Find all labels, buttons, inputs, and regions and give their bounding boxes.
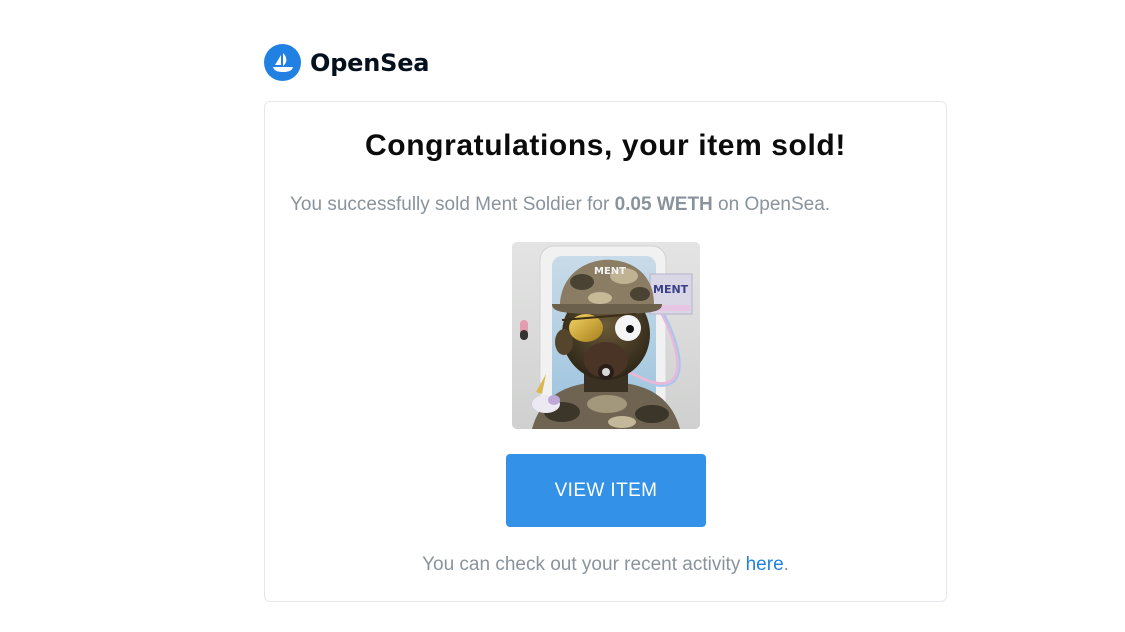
svg-text:MENT: MENT <box>653 283 689 296</box>
brand-header: OpenSea <box>264 44 430 81</box>
sale-message-prefix: You successfully sold Ment Soldier for <box>290 194 615 215</box>
opensea-logo-icon <box>264 44 301 81</box>
sale-message-suffix: on OpenSea. <box>712 194 831 215</box>
sale-card: Congratulations, your item sold! You suc… <box>264 101 947 602</box>
sale-price: 0.05 WETH <box>614 194 713 215</box>
item-image: MENT MENT <box>512 242 700 429</box>
sale-message: You successfully sold Ment Soldier for 0… <box>290 194 830 216</box>
activity-note-prefix: You can check out your recent activity <box>422 554 746 575</box>
page-title: Congratulations, your item sold! <box>365 129 846 162</box>
activity-link[interactable]: here <box>746 554 784 575</box>
view-item-button[interactable]: VIEW ITEM <box>506 454 706 527</box>
activity-note: You can check out your recent activity h… <box>265 554 946 576</box>
email-page: OpenSea Congratulations, your item sold!… <box>0 0 1125 632</box>
brand-name: OpenSea <box>310 48 430 77</box>
activity-note-suffix: . <box>783 554 789 575</box>
nft-artwork-icon: MENT MENT <box>512 242 700 429</box>
svg-text:MENT: MENT <box>594 266 626 277</box>
